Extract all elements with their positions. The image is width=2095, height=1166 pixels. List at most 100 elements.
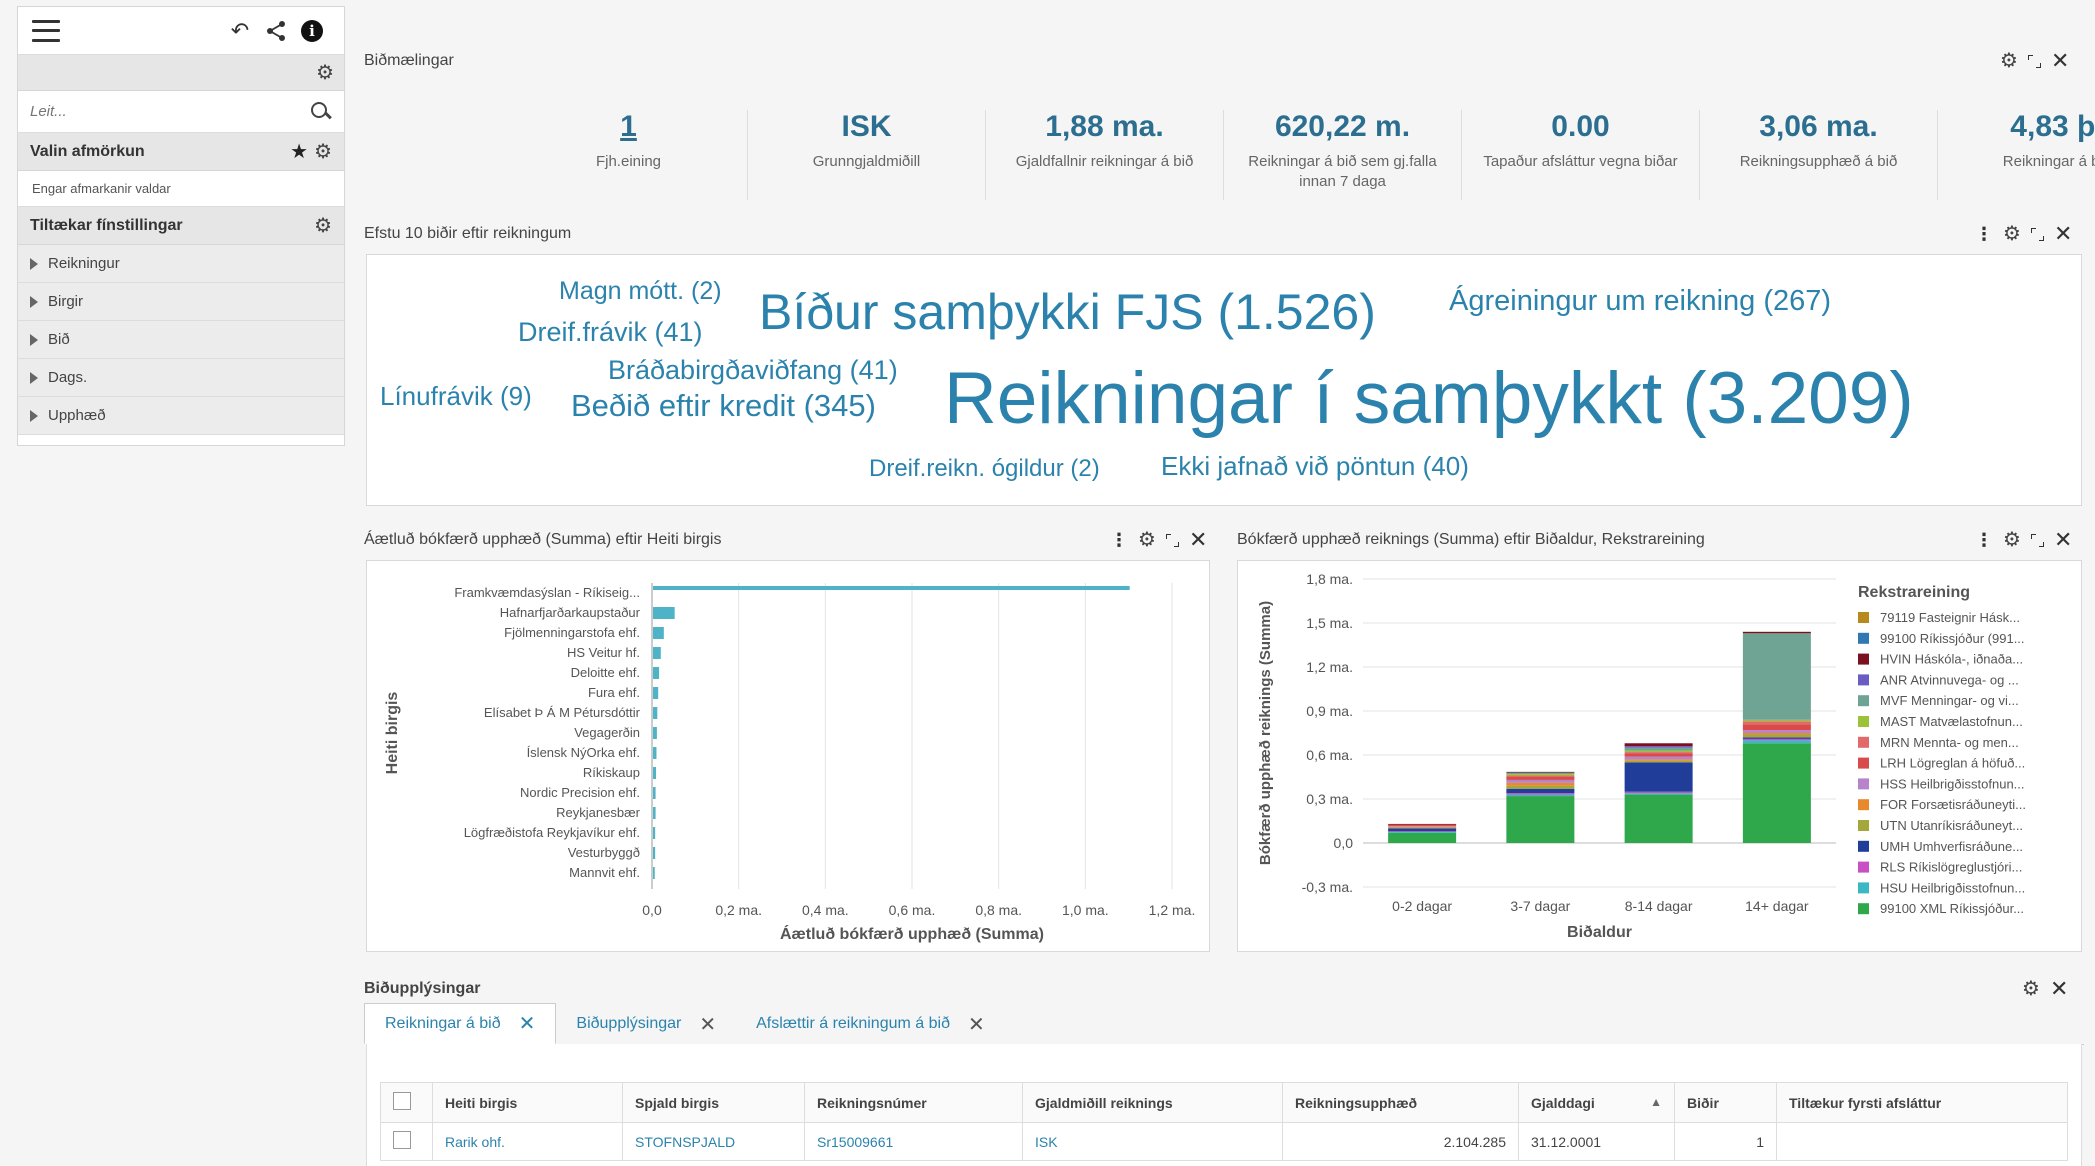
stacked-bar-segment xyxy=(1624,756,1693,760)
more-options-icon[interactable]: ⋮ xyxy=(1975,531,1993,549)
x-tick-label: 14+ dagar xyxy=(1745,898,1809,914)
bar xyxy=(653,767,657,779)
y-tick-label: HS Veitur hf. xyxy=(567,645,640,660)
legend-label: MRN Mennta- og men... xyxy=(1880,735,2019,750)
expand-icon[interactable] xyxy=(1165,533,1179,547)
stacked-bar-segment xyxy=(1506,771,1575,773)
table-row[interactable]: Rarik ohf. STOFNSPJALD Sr15009661 ISK 2.… xyxy=(380,1122,2068,1161)
sidebar-item-dags[interactable]: Dags. xyxy=(18,359,344,397)
stacked-bar-segment xyxy=(1742,737,1811,739)
column-header[interactable]: Reikningsupphæð xyxy=(1282,1082,1519,1123)
gear-icon[interactable]: ⚙ xyxy=(2003,530,2021,550)
close-icon[interactable]: ✕ xyxy=(2051,50,2069,72)
close-icon[interactable]: ✕ xyxy=(699,1012,716,1037)
x-tick-label: 0,8 ma. xyxy=(975,902,1022,918)
gear-icon[interactable]: ⚙ xyxy=(2000,51,2018,71)
aging-chart-card: 1,8 ma. 1,5 ma. 1,2 ma. 0,9 ma. 0,6 ma. 0,3 m… xyxy=(1237,560,2082,952)
cell-supplier-name[interactable]: Rarik ohf. xyxy=(432,1122,623,1161)
search-icon[interactable] xyxy=(310,101,332,123)
legend-label: UMH Umhverfisráðune... xyxy=(1880,839,2023,854)
bar xyxy=(653,827,656,839)
kpi-amount-on-hold: 3,06 ma. Reikningsupphæð á bið xyxy=(1700,110,1938,200)
wordcloud-panel-title: Efstu 10 biðir eftir reikningum xyxy=(364,225,572,242)
column-header[interactable]: Reikningsnúmer xyxy=(804,1082,1023,1123)
sidebar-item-bid[interactable]: Bið xyxy=(18,321,344,359)
column-header-sorted[interactable]: Gjalddagi ▲ xyxy=(1518,1082,1675,1123)
sidebar-item-reikningur[interactable]: Reikningur xyxy=(18,245,344,283)
wordcloud-word[interactable]: Dreif.reikn. ógildur (2) xyxy=(869,455,1100,483)
select-all-checkbox[interactable] xyxy=(393,1092,411,1110)
row-checkbox[interactable] xyxy=(393,1131,411,1149)
wordcloud-word[interactable]: Ágreiningur um reikning (267) xyxy=(1449,285,1831,318)
y-tick-label: 0,6 ma. xyxy=(1306,747,1353,763)
close-icon[interactable]: ✕ xyxy=(1189,529,1207,551)
wordcloud-word[interactable]: Dreif.frávik (41) xyxy=(518,317,703,348)
expand-icon[interactable] xyxy=(2027,54,2041,68)
expand-icon[interactable] xyxy=(2030,533,2044,547)
sidebar-item-upphaed[interactable]: Upphæð xyxy=(18,397,344,435)
column-header[interactable]: Heiti birgis xyxy=(432,1082,623,1123)
cell-supplier-card[interactable]: STOFNSPJALD xyxy=(622,1122,805,1161)
y-tick-label: Hafnarfjarðarkaupstaður xyxy=(500,605,641,620)
tab-bar: Reikningar á bið ✕ Biðupplýsingar ✕ Afslæt… xyxy=(364,1003,1005,1045)
kpi-value-link[interactable]: 1 xyxy=(510,110,747,144)
tab-reikningar-a-bid[interactable]: Reikningar á bið ✕ xyxy=(364,1003,557,1045)
supplier-chart-title: Áætluð bókfærð upphæð (Summa) eftir Heit… xyxy=(364,531,722,548)
cell-invoice-number[interactable]: Sr15009661 xyxy=(804,1122,1023,1161)
wordcloud-word[interactable]: Bráðabirgðaviðfang (41) xyxy=(608,355,898,386)
wordcloud-word[interactable]: Magn mótt. (2) xyxy=(559,277,722,306)
y-tick-label: Mannvit ehf. xyxy=(569,865,640,880)
column-header[interactable]: Gjaldmiðill reiknings xyxy=(1022,1082,1283,1123)
info-icon[interactable]: i xyxy=(294,15,330,47)
wordcloud-word[interactable]: Ekki jafnað við pöntun (40) xyxy=(1161,451,1469,482)
available-settings-header: Tiltækar fínstillingar ⚙ xyxy=(18,207,344,245)
stacked-bar-segment xyxy=(1742,740,1811,744)
wordcloud-word[interactable]: Bíður samþykki FJS (1.526) xyxy=(759,283,1376,341)
gear-icon[interactable]: ⚙ xyxy=(1138,530,1156,550)
expand-triangle-icon xyxy=(30,295,38,308)
legend-label: MAST Matvælastofnun... xyxy=(1880,714,2023,729)
bar xyxy=(653,647,661,659)
column-header[interactable]: Spjald birgis xyxy=(622,1082,805,1123)
close-icon[interactable]: ✕ xyxy=(968,1012,985,1037)
close-icon[interactable]: ✕ xyxy=(2054,223,2072,245)
row-select-cell xyxy=(380,1122,433,1161)
gear-icon[interactable]: ⚙ xyxy=(2022,979,2040,999)
stacked-bar-segment xyxy=(1742,738,1811,741)
column-header[interactable]: Tiltækur fyrsti afsláttur xyxy=(1776,1082,2068,1123)
gear-icon[interactable]: ⚙ xyxy=(2003,224,2021,244)
stacked-bar-segment xyxy=(1624,759,1693,761)
stacked-bar-segment xyxy=(1506,794,1575,797)
tab-afslaettir[interactable]: Afslættir á reikningum á bið ✕ xyxy=(736,1003,1005,1045)
more-options-icon[interactable]: ⋮ xyxy=(1975,225,1993,243)
gear-icon[interactable]: ⚙ xyxy=(314,216,332,236)
y-tick-label: 1,5 ma. xyxy=(1306,615,1353,631)
undo-icon[interactable]: ↶ xyxy=(222,15,258,47)
more-options-icon[interactable]: ⋮ xyxy=(1110,531,1128,549)
tab-bidupplysingar[interactable]: Biðupplýsingar ✕ xyxy=(556,1003,736,1045)
star-icon[interactable]: ★ xyxy=(290,139,308,164)
kpi-row: 1 Fjh.eining ISK Grunngjaldmiðill 1,88 ma.… xyxy=(510,110,2095,200)
close-icon[interactable]: ✕ xyxy=(519,1011,536,1036)
wordcloud-word[interactable]: Reikningar í samþykkt (3.209) xyxy=(944,357,1914,440)
gear-icon[interactable]: ⚙ xyxy=(314,142,332,162)
legend-label: ANR Atvinnuvega- og ... xyxy=(1880,672,2019,687)
search-input[interactable] xyxy=(30,103,310,120)
x-tick-label: 1,0 ma. xyxy=(1062,902,1109,918)
close-icon[interactable]: ✕ xyxy=(2050,978,2068,1000)
close-icon[interactable]: ✕ xyxy=(2054,529,2072,551)
gear-icon[interactable]: ⚙ xyxy=(316,63,334,83)
cell-currency[interactable]: ISK xyxy=(1022,1122,1283,1161)
hamburger-menu-icon[interactable] xyxy=(32,19,60,42)
kpi-value: 3,06 ma. xyxy=(1759,110,1878,143)
x-tick-label: 3-7 dagar xyxy=(1510,898,1570,914)
sidebar-item-birgir[interactable]: Birgir xyxy=(18,283,344,321)
share-icon[interactable] xyxy=(258,15,294,47)
bar xyxy=(653,847,656,859)
expand-icon[interactable] xyxy=(2030,227,2044,241)
column-header[interactable]: Biðir xyxy=(1674,1082,1777,1123)
wordcloud-word[interactable]: Línufrávik (9) xyxy=(380,381,532,412)
wordcloud-word[interactable]: Beðið eftir kredit (345) xyxy=(571,388,876,424)
sort-asc-icon: ▲ xyxy=(1650,1094,1662,1109)
sidebar-toolbar: ↶ i xyxy=(18,7,344,55)
